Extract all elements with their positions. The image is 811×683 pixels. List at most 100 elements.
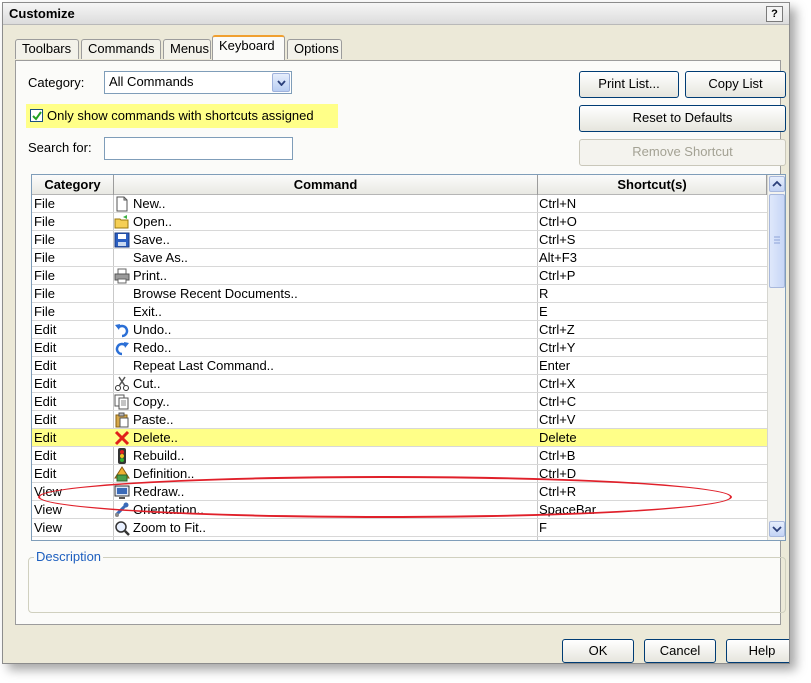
row-command: Open.. xyxy=(133,214,173,229)
cancel-button[interactable]: Cancel xyxy=(644,639,716,663)
reset-defaults-button[interactable]: Reset to Defaults xyxy=(579,105,786,132)
checkmark-icon xyxy=(32,111,42,121)
row-category: View xyxy=(34,484,62,499)
row-category: View xyxy=(34,520,62,535)
window-title: Customize xyxy=(9,6,75,21)
row-command: Orientation.. xyxy=(133,502,204,517)
monitor-icon xyxy=(114,484,130,500)
row-category: Edit xyxy=(34,466,57,481)
table-row[interactable]: File Print.. Ctrl+P xyxy=(32,267,767,285)
delete-x-icon xyxy=(114,430,130,446)
scroll-up-icon[interactable] xyxy=(769,176,785,192)
category-dropdown[interactable]: All Commands xyxy=(104,71,292,94)
table-row[interactable]: File Exit.. E xyxy=(32,303,767,321)
row-shortcut: Ctrl+O xyxy=(539,214,577,229)
table-row[interactable]: Edit Rebuild.. Ctrl+B xyxy=(32,447,767,465)
row-shortcut: Ctrl+S xyxy=(539,232,576,247)
row-shortcut: SpaceBar xyxy=(539,502,597,517)
orientation-icon xyxy=(114,502,130,518)
description-label: Description xyxy=(34,549,104,564)
only-shortcuts-checkbox[interactable] xyxy=(30,109,43,122)
table-row[interactable]: File Open.. Ctrl+O xyxy=(32,213,767,231)
table-row[interactable]: Edit Paste.. Ctrl+V xyxy=(32,411,767,429)
row-command: Repeat Last Command.. xyxy=(133,358,274,373)
row-shortcut: Ctrl+R xyxy=(539,484,577,499)
tab-options[interactable]: Options xyxy=(287,39,342,59)
header-category[interactable]: Category xyxy=(32,175,114,195)
chevron-down-icon[interactable] xyxy=(272,73,290,92)
table-row[interactable]: Edit Delete.. Delete xyxy=(32,429,767,447)
tab-menus[interactable]: Menus xyxy=(163,39,211,59)
print-list-button[interactable]: Print List... xyxy=(579,71,679,98)
table-row[interactable]: View Redraw.. Ctrl+R xyxy=(32,483,767,501)
save-disk-icon xyxy=(114,232,130,248)
row-shortcut: Ctrl+Z xyxy=(539,322,575,337)
row-command: New.. xyxy=(133,196,166,211)
header-shortcut[interactable]: Shortcut(s) xyxy=(538,175,767,195)
row-command: Browse Recent Documents.. xyxy=(133,286,298,301)
table-row[interactable]: Edit Redo.. Ctrl+Y xyxy=(32,339,767,357)
row-command: Delete.. xyxy=(133,430,178,445)
scrollbar-thumb[interactable] xyxy=(769,194,785,288)
help-button[interactable]: Help xyxy=(726,639,789,663)
row-shortcut: Ctrl+X xyxy=(539,376,576,391)
row-command: Paste.. xyxy=(133,412,174,427)
scroll-down-icon[interactable] xyxy=(769,521,785,537)
row-command: Save.. xyxy=(133,232,170,247)
new-document-icon xyxy=(114,196,130,212)
row-shortcut: Ctrl+B xyxy=(539,448,576,463)
row-command: Undo.. xyxy=(133,322,172,337)
tab-keyboard[interactable]: Keyboard xyxy=(212,35,285,60)
row-shortcut: Ctrl+P xyxy=(539,268,576,283)
search-input[interactable] xyxy=(104,137,293,160)
remove-shortcut-button[interactable]: Remove Shortcut xyxy=(579,139,786,166)
copy-list-button[interactable]: Copy List xyxy=(685,71,786,98)
row-category: Edit xyxy=(34,394,57,409)
table-row[interactable]: View Zoom to Fit.. F xyxy=(32,519,767,537)
row-command: Exit.. xyxy=(133,304,162,319)
row-shortcut: Enter xyxy=(539,358,571,373)
table-row[interactable]: File Browse Recent Documents.. R xyxy=(32,285,767,303)
row-shortcut: Ctrl+V xyxy=(539,412,576,427)
tab-toolbars[interactable]: Toolbars xyxy=(15,39,79,59)
only-shortcuts-option[interactable]: Only show commands with shortcuts assign… xyxy=(26,104,338,128)
redo-arrow-icon xyxy=(114,340,130,356)
table-row[interactable]: Edit Repeat Last Command.. Enter xyxy=(32,357,767,375)
row-command: Definition.. xyxy=(133,466,195,481)
copy-pages-icon xyxy=(114,394,130,410)
row-category: File xyxy=(34,196,55,211)
table-row[interactable]: Edit Cut.. Ctrl+X xyxy=(32,375,767,393)
help-question-button[interactable]: ? xyxy=(766,6,783,22)
table-row[interactable]: Edit Definition.. Ctrl+D xyxy=(32,465,767,483)
table-row[interactable]: File Save.. Ctrl+S xyxy=(32,231,767,249)
definition-icon xyxy=(114,466,130,482)
title-bar: Customize ? xyxy=(3,3,789,25)
table-row[interactable]: File Save As.. Alt+F3 xyxy=(32,249,767,267)
open-folder-icon xyxy=(114,214,130,230)
ok-button[interactable]: OK xyxy=(562,639,634,663)
table-row[interactable]: File New.. Ctrl+N xyxy=(32,195,767,213)
vertical-scrollbar[interactable] xyxy=(767,175,785,540)
row-shortcut: Ctrl+C xyxy=(539,394,577,409)
table-row[interactable]: Edit Copy.. Ctrl+C xyxy=(32,393,767,411)
row-category: Edit xyxy=(34,340,57,355)
row-category: Edit xyxy=(34,322,57,337)
table-row[interactable]: View Orientation.. SpaceBar xyxy=(32,501,767,519)
category-value: All Commands xyxy=(109,74,194,89)
scissors-icon xyxy=(114,376,130,392)
row-shortcut: E xyxy=(539,304,548,319)
row-command: Redo.. xyxy=(133,340,172,355)
paste-clipboard-icon xyxy=(114,412,130,428)
tab-commands[interactable]: Commands xyxy=(81,39,161,59)
row-category: File xyxy=(34,286,55,301)
undo-arrow-icon xyxy=(114,322,130,338)
row-category: Edit xyxy=(34,358,57,373)
table-row[interactable]: Edit Undo.. Ctrl+Z xyxy=(32,321,767,339)
row-command: Save As.. xyxy=(133,250,188,265)
header-command[interactable]: Command xyxy=(114,175,538,195)
row-command: Zoom to Fit.. xyxy=(133,520,206,535)
row-category: File xyxy=(34,232,55,247)
row-shortcut: Ctrl+Y xyxy=(539,340,576,355)
row-shortcut: Delete xyxy=(539,430,577,445)
row-category: Edit xyxy=(34,430,57,445)
